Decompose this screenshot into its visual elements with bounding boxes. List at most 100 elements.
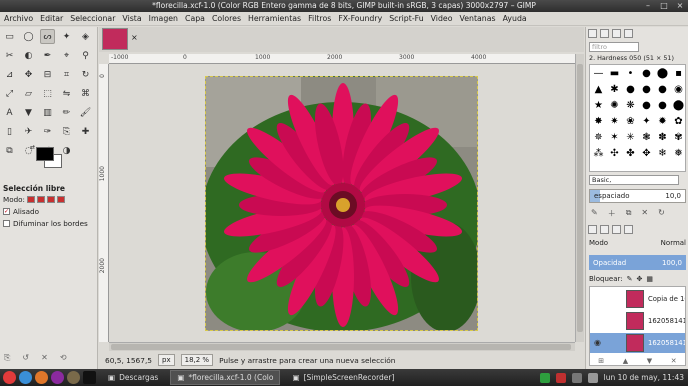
brush-swatch[interactable]: ▪	[671, 66, 686, 81]
align-icon[interactable]: ⊟	[40, 67, 55, 82]
brush-swatch[interactable]: ✤	[623, 146, 638, 161]
close-tab-icon[interactable]: ×	[131, 33, 138, 42]
taskbar-item-gimp[interactable]: ▣ *florecilla.xcf-1.0 (Colo	[170, 370, 281, 385]
canvas-area[interactable]	[110, 64, 575, 342]
paths-icon[interactable]: ✒	[40, 48, 55, 63]
brush-swatch[interactable]: ✵	[591, 130, 606, 145]
tab-channels[interactable]	[600, 225, 609, 234]
brush-swatch[interactable]: ❀	[623, 114, 638, 129]
menu-herramientas[interactable]: Herramientas	[248, 14, 301, 23]
feather-checkbox[interactable]	[3, 220, 10, 227]
brush-swatch[interactable]: ⬤	[671, 98, 686, 113]
brush-swatch[interactable]: ▬	[607, 66, 622, 81]
tab-undo[interactable]	[624, 225, 633, 234]
lower-layer-icon[interactable]: ▼	[647, 357, 652, 367]
tab-layers[interactable]	[588, 225, 597, 234]
clone-icon[interactable]: ⎘	[59, 124, 74, 139]
text-icon[interactable]: A	[2, 105, 17, 120]
menu-archivo[interactable]: Archivo	[4, 14, 33, 23]
menu-ventanas[interactable]: Ventanas	[460, 14, 496, 23]
brush-swatch[interactable]: ❄	[655, 146, 670, 161]
brush-swatch[interactable]: ✷	[607, 114, 622, 129]
brush-swatch[interactable]: ▲	[591, 82, 606, 97]
shear-icon[interactable]: ▱	[21, 86, 36, 101]
menu-fx-foundry[interactable]: FX-Foundry	[338, 14, 382, 23]
brush-swatch[interactable]: ✽	[655, 130, 670, 145]
minimize-icon[interactable]: –	[644, 2, 652, 10]
brush-swatch[interactable]: ⁂	[591, 146, 606, 161]
save-options-icon[interactable]: ⎘	[4, 353, 10, 363]
zoom-icon[interactable]: ⚲	[78, 48, 93, 63]
brush-swatch[interactable]: ✦	[639, 114, 654, 129]
brush-swatch[interactable]: ✱	[607, 82, 622, 97]
reset-options-icon[interactable]: ⟲	[60, 353, 67, 363]
mode-subtract-icon[interactable]	[46, 196, 55, 203]
airbrush-icon[interactable]: ✈	[21, 124, 36, 139]
delete-layer-icon[interactable]: ✕	[671, 357, 677, 367]
clock[interactable]: lun 10 de may, 11:43	[604, 373, 684, 382]
tab-fonts[interactable]	[612, 29, 621, 38]
brush-swatch[interactable]: ⬤	[655, 66, 670, 81]
delete-options-icon[interactable]: ✕	[41, 353, 48, 363]
heal-icon[interactable]: ✚	[78, 124, 93, 139]
edit-brush-icon[interactable]: ✎	[591, 208, 598, 219]
vertical-scrollbar[interactable]	[575, 54, 584, 342]
layer-mode-select[interactable]: Normal	[661, 239, 686, 247]
brush-swatch[interactable]: ●	[623, 82, 638, 97]
eye-icon[interactable]: ◉	[594, 338, 601, 347]
measure-icon[interactable]: ⊿	[2, 67, 17, 82]
spacing-slider[interactable]: espaciado 10,0	[589, 189, 686, 203]
pencil-icon[interactable]: ✏	[59, 105, 74, 120]
brush-swatch[interactable]: ●	[639, 98, 654, 113]
tab-patterns[interactable]	[600, 29, 609, 38]
color-selector[interactable]: ⇄	[30, 144, 66, 174]
brush-swatch[interactable]: ✥	[639, 146, 654, 161]
brush-preset-select[interactable]: Basic,	[589, 175, 679, 185]
gimp-icon[interactable]	[67, 371, 80, 384]
mode-intersect-icon[interactable]	[56, 196, 65, 203]
scissors-icon[interactable]: ✂	[2, 48, 17, 63]
menu-colores[interactable]: Colores	[212, 14, 241, 23]
firefox-icon[interactable]	[35, 371, 48, 384]
perspective-clone-icon[interactable]: ⧉	[2, 143, 17, 158]
raise-layer-icon[interactable]: ▲	[623, 357, 628, 367]
feather-option[interactable]: Difuminar los bordes	[3, 219, 88, 228]
mode-replace-icon[interactable]	[26, 196, 35, 203]
rotate-icon[interactable]: ↻	[78, 67, 93, 82]
brush-grid[interactable]: — ▬ • ● ⬤ ▪ ▲ ✱ ● ● ● ◉ ★ ✺ ❋ ● ● ⬤ ✸ ✷ ❀ ✦ ✹ ✿ ✵ ✶ ✳ ❃ ✽ ✾ ⁂ ✣ ✤ ✥ ❄ ❅	[589, 64, 686, 172]
new-layer-icon[interactable]: ⊞	[598, 357, 604, 367]
layer-name[interactable]: Copia de 1620	[648, 295, 685, 303]
unit-select[interactable]: px	[158, 354, 175, 366]
menu-video[interactable]: Video	[431, 14, 453, 23]
restore-options-icon[interactable]: ↺	[22, 353, 29, 363]
tray-record-icon[interactable]	[555, 372, 566, 383]
duplicate-brush-icon[interactable]: ⧉	[626, 208, 632, 219]
crop-icon[interactable]: ⌗	[59, 67, 74, 82]
antialias-checkbox[interactable]: ✓	[3, 208, 10, 215]
mode-add-icon[interactable]	[36, 196, 45, 203]
tab-gradients[interactable]	[624, 29, 633, 38]
taskbar-item-recorder[interactable]: ▣ [SimpleScreenRecorder]	[286, 370, 400, 385]
media-icon[interactable]	[51, 371, 64, 384]
close-icon[interactable]: ×	[676, 2, 684, 10]
brush-swatch[interactable]: ❋	[623, 98, 638, 113]
fuzzy-select-icon[interactable]: ✦	[59, 29, 74, 44]
brush-swatch[interactable]: ❃	[639, 130, 654, 145]
brush-swatch[interactable]: •	[623, 66, 638, 81]
brush-filter-input[interactable]: filtro	[589, 42, 639, 52]
brush-swatch[interactable]: ★	[591, 98, 606, 113]
menu-seleccionar[interactable]: Seleccionar	[70, 14, 115, 23]
swap-colors-icon[interactable]: ⇄	[30, 144, 35, 151]
layer-name[interactable]: 16205814192	[648, 339, 685, 347]
menu-script-fu[interactable]: Script-Fu	[389, 14, 423, 23]
image-canvas[interactable]	[205, 76, 478, 331]
foreground-select-icon[interactable]: ◐	[21, 48, 36, 63]
brush-swatch[interactable]: ✳	[623, 130, 638, 145]
rect-select-icon[interactable]: ▭	[2, 29, 17, 44]
browser-icon[interactable]	[19, 371, 32, 384]
menu-editar[interactable]: Editar	[40, 14, 63, 23]
menu-imagen[interactable]: Imagen	[149, 14, 178, 23]
antialias-option[interactable]: ✓ Alisado	[3, 207, 39, 216]
horizontal-scrollbar[interactable]	[109, 342, 575, 351]
terminal-icon[interactable]	[83, 371, 96, 384]
